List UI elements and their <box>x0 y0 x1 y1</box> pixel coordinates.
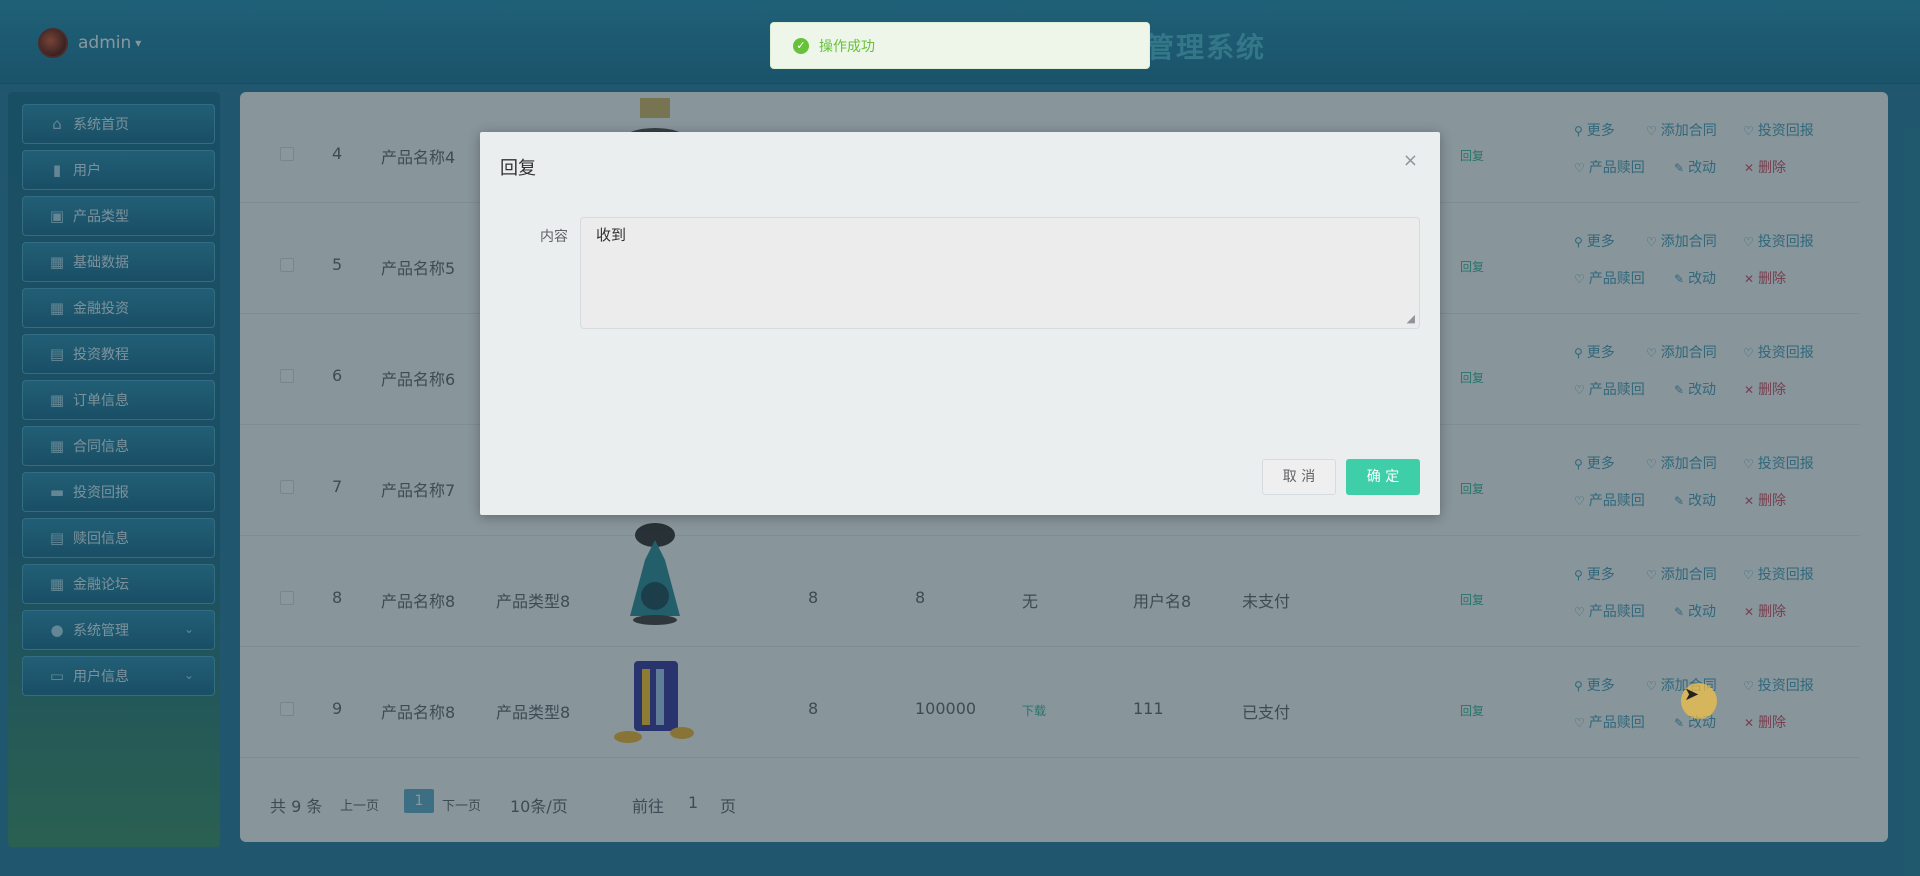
mouse-pointer-icon: ➤ <box>1684 684 1700 705</box>
check-icon: ✓ <box>793 37 809 54</box>
toast-text: 操作成功 <box>819 38 875 55</box>
content-label: 内容 <box>540 229 568 245</box>
content-textarea[interactable]: 收到 ◢ <box>580 217 1420 329</box>
success-toast: ✓ 操作成功 <box>770 22 1150 69</box>
close-icon[interactable]: × <box>1403 150 1418 171</box>
dialog-title: 回复 <box>500 158 536 179</box>
cancel-button[interactable]: 取 消 <box>1262 459 1336 495</box>
confirm-button[interactable]: 确 定 <box>1346 459 1420 495</box>
content-value: 收到 <box>596 226 627 244</box>
reply-dialog: 回复 × 内容 收到 ◢ 取 消 确 定 <box>480 132 1440 515</box>
resize-handle-icon[interactable]: ◢ <box>1407 312 1415 325</box>
